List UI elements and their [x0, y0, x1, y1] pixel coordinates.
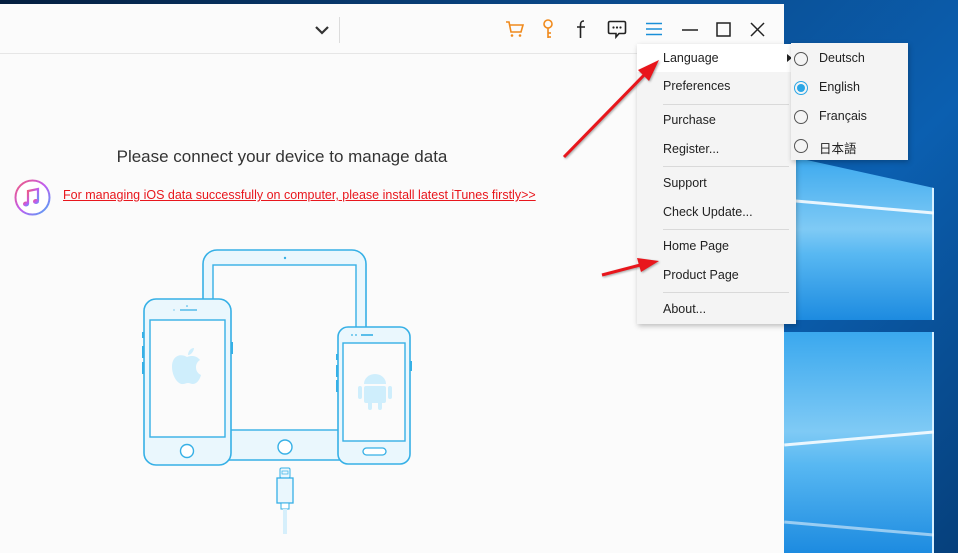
menu-item-label: Preferences: [663, 79, 731, 93]
menu-item-purchase[interactable]: Purchase: [637, 106, 796, 134]
language-option-francais[interactable]: Français: [791, 102, 908, 131]
language-option-english[interactable]: English: [791, 73, 908, 102]
radio-button-checked[interactable]: [794, 81, 808, 95]
menu-item-preferences[interactable]: Preferences: [637, 72, 796, 100]
chevron-down-icon: [315, 25, 329, 35]
menu-item-language[interactable]: Language: [637, 44, 796, 72]
title-bar-divider: [339, 17, 340, 43]
menu-icon: [646, 22, 662, 36]
radio-button[interactable]: [794, 110, 808, 124]
android-phone-illustration: [336, 326, 412, 465]
minimize-button[interactable]: [677, 16, 703, 42]
facebook-button[interactable]: [568, 16, 594, 42]
menu-item-label: Home Page: [663, 239, 730, 253]
devices-illustration: [142, 249, 412, 534]
language-label: Français: [819, 109, 867, 123]
connect-device-heading: Please connect your device to manage dat…: [116, 147, 448, 166]
language-label: English: [819, 80, 860, 94]
menu-item-register[interactable]: Register...: [637, 135, 796, 163]
language-label: 日本語: [819, 142, 857, 156]
minimize-icon: [682, 29, 698, 31]
maximize-button[interactable]: [710, 16, 736, 42]
menu-divider: [663, 166, 789, 167]
menu-item-about[interactable]: About...: [637, 295, 796, 323]
radio-button[interactable]: [794, 139, 808, 153]
lightning-cable-illustration: [276, 467, 294, 534]
language-option-japanese[interactable]: 日本語: [791, 131, 908, 160]
menu-divider: [663, 292, 789, 293]
menu-item-check-update[interactable]: Check Update...: [637, 198, 796, 226]
facebook-icon: [577, 20, 585, 38]
iphone-illustration: [142, 298, 233, 466]
menu-item-label: Product Page: [663, 268, 739, 282]
itunes-icon: [14, 179, 51, 216]
menu-item-label: Check Update...: [663, 205, 753, 219]
menu-divider: [663, 229, 789, 230]
menu-divider: [663, 104, 789, 105]
language-option-deutsch[interactable]: Deutsch: [791, 44, 908, 73]
device-dropdown[interactable]: [310, 18, 334, 42]
cart-button[interactable]: [502, 16, 528, 42]
maximize-icon: [715, 21, 731, 37]
install-itunes-link[interactable]: For managing iOS data successfully on co…: [63, 188, 536, 202]
menu-item-label: Language: [663, 51, 719, 65]
feedback-icon: [607, 20, 627, 39]
radio-button[interactable]: [794, 52, 808, 66]
close-icon: [749, 21, 765, 37]
menu-button[interactable]: [641, 16, 667, 42]
language-label: Deutsch: [819, 51, 865, 65]
key-icon: [543, 19, 553, 38]
menu-item-label: Purchase: [663, 113, 716, 127]
feedback-button[interactable]: [604, 16, 630, 42]
close-button[interactable]: [744, 16, 770, 42]
windows-logo-pane: [784, 332, 934, 553]
language-submenu: Deutsch English Français 日本語: [791, 43, 908, 160]
menu-item-support[interactable]: Support: [637, 169, 796, 197]
menu-item-home-page[interactable]: Home Page: [637, 232, 796, 260]
menu-item-label: About...: [663, 302, 707, 316]
menu-item-label: Support: [663, 176, 707, 190]
main-menu: Language Preferences Purchase Register..…: [637, 44, 796, 324]
cart-icon: [506, 21, 525, 37]
windows-logo-pane: [784, 155, 934, 320]
register-key-button[interactable]: [535, 16, 561, 42]
menu-item-label: Register...: [663, 142, 720, 156]
menu-item-product-page[interactable]: Product Page: [637, 261, 796, 289]
